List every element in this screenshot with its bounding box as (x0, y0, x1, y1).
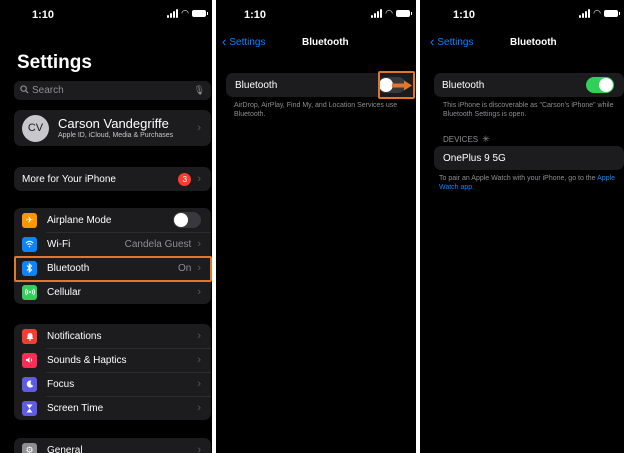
nav-title: Bluetooth (510, 37, 557, 48)
bluetooth-toggle-label: Bluetooth (235, 79, 278, 91)
search-icon (20, 84, 29, 97)
cellular-row[interactable]: Cellular › (14, 280, 211, 304)
microphone-icon[interactable]: 🎙 (194, 85, 205, 96)
chevron-right-icon: › (197, 238, 201, 250)
moon-icon (22, 376, 37, 392)
battery-icon (396, 10, 412, 17)
sounds-haptics-row[interactable]: Sounds & Haptics › (14, 348, 211, 372)
page-title: Settings (17, 52, 92, 73)
chevron-right-icon: › (197, 122, 201, 134)
devices-group: OnePlus 9 5G (434, 146, 624, 170)
cellular-label: Cellular (47, 286, 81, 298)
chevron-right-icon: › (197, 286, 201, 298)
speaker-icon (22, 352, 37, 368)
wifi-icon (22, 236, 37, 252)
status-bar: 1:10 ◠ (0, 0, 212, 30)
search-input[interactable]: Search 🎙 (14, 81, 211, 100)
settings-screen: 1:10 ◠ Settings Search 🎙 CV Carson Vande… (0, 0, 212, 453)
chevron-right-icon: › (197, 378, 201, 390)
profile-subtitle: Apple ID, iCloud, Media & Purchases (58, 131, 174, 139)
wifi-status-icon: ◠ (593, 8, 601, 18)
wifi-status-icon: ◠ (181, 8, 189, 18)
hourglass-icon (22, 400, 37, 416)
back-label: Settings (437, 36, 474, 48)
status-time: 1:10 (32, 9, 55, 21)
bell-icon (22, 328, 37, 344)
device-name: OnePlus 9 5G (443, 152, 506, 164)
bluetooth-row-highlight (14, 256, 212, 282)
signal-icon (579, 9, 591, 18)
focus-label: Focus (47, 378, 75, 390)
general-label: General (47, 444, 83, 453)
nav-title: Bluetooth (302, 37, 349, 48)
signal-icon (167, 9, 179, 18)
sounds-haptics-label: Sounds & Haptics (47, 354, 127, 366)
chevron-right-icon: › (197, 173, 201, 185)
screen-time-label: Screen Time (47, 402, 104, 414)
notifications-row[interactable]: Notifications › (14, 324, 211, 348)
wifi-row[interactable]: Wi-Fi Candela Guest › (14, 232, 211, 256)
wifi-value: Candela Guest (124, 238, 192, 250)
bluetooth-off-screen: 1:10 ◠ ‹ Settings Bluetooth Bluetooth Ai… (216, 0, 416, 453)
notifications-label: Notifications (47, 330, 102, 342)
status-icons: ◠ (167, 8, 208, 18)
navigation-bar: ‹ Settings Bluetooth (216, 34, 416, 52)
status-icons: ◠ (579, 8, 620, 18)
search-placeholder: Search (32, 85, 64, 96)
chevron-right-icon: › (197, 402, 201, 414)
device-row[interactable]: OnePlus 9 5G (434, 146, 624, 170)
avatar: CV (22, 114, 49, 142)
chevron-left-icon: ‹ (430, 34, 435, 49)
general-group: ⚙ General › (14, 438, 211, 453)
chevron-right-icon: › (197, 330, 201, 342)
general-row[interactable]: ⚙ General › (14, 438, 211, 453)
signal-icon (371, 9, 383, 18)
devices-header: DEVICES ✳ (443, 134, 490, 145)
devices-header-label: DEVICES (443, 135, 479, 144)
bluetooth-toggle[interactable] (586, 77, 614, 93)
apple-watch-note-text: To pair an Apple Watch with your iPhone,… (439, 175, 596, 182)
apple-watch-note: To pair an Apple Watch with your iPhone,… (439, 174, 623, 192)
more-for-iphone-label: More for Your iPhone (22, 173, 116, 185)
airplane-mode-label: Airplane Mode (47, 214, 112, 226)
bluetooth-on-screen: 1:10 ◠ ‹ Settings Bluetooth Bluetooth Th… (420, 0, 624, 453)
alerts-group: Notifications › Sounds & Haptics › Focus… (14, 324, 211, 420)
airplane-mode-row[interactable]: ✈ Airplane Mode (14, 208, 211, 232)
chevron-right-icon: › (197, 444, 201, 453)
battery-icon (604, 10, 620, 17)
notification-badge: 3 (178, 172, 192, 186)
discoverable-note: This iPhone is discoverable as "Carson's… (443, 102, 614, 118)
status-bar: 1:10 ◠ (216, 0, 416, 30)
more-for-iphone-row[interactable]: More for Your iPhone 3 › (14, 167, 211, 191)
airplane-mode-toggle[interactable] (173, 212, 201, 228)
back-button[interactable]: ‹ Settings (222, 34, 266, 49)
screen-time-row[interactable]: Screen Time › (14, 396, 211, 420)
more-for-iphone-group: More for Your iPhone 3 › (14, 167, 211, 191)
back-label: Settings (229, 36, 266, 48)
pointer-arrow-icon (392, 80, 412, 91)
chevron-left-icon: ‹ (222, 34, 227, 49)
chevron-right-icon: › (197, 354, 201, 366)
status-icons: ◠ (371, 8, 412, 18)
back-button[interactable]: ‹ Settings (430, 34, 474, 49)
loading-spinner-icon: ✳ (482, 134, 490, 144)
bluetooth-toggle-group: Bluetooth (434, 73, 624, 97)
cellular-icon (22, 284, 37, 300)
status-bar: 1:10 ◠ (420, 0, 624, 30)
profile-name: Carson Vandegriffe (58, 115, 169, 131)
airplane-icon: ✈ (22, 212, 37, 228)
status-time: 1:10 (244, 9, 267, 21)
focus-row[interactable]: Focus › (14, 372, 211, 396)
status-time: 1:10 (453, 9, 476, 21)
apple-id-profile[interactable]: CV Carson Vandegriffe Apple ID, iCloud, … (14, 110, 211, 146)
bluetooth-toggle-row[interactable]: Bluetooth (434, 73, 624, 97)
navigation-bar: ‹ Settings Bluetooth (420, 34, 624, 52)
battery-icon (192, 10, 208, 17)
bluetooth-toggle-label: Bluetooth (442, 79, 485, 91)
bluetooth-off-note: AirDrop, AirPlay, Find My, and Location … (234, 102, 398, 118)
gear-icon: ⚙ (22, 442, 37, 453)
wifi-status-icon: ◠ (385, 8, 393, 18)
wifi-label: Wi-Fi (47, 238, 71, 250)
